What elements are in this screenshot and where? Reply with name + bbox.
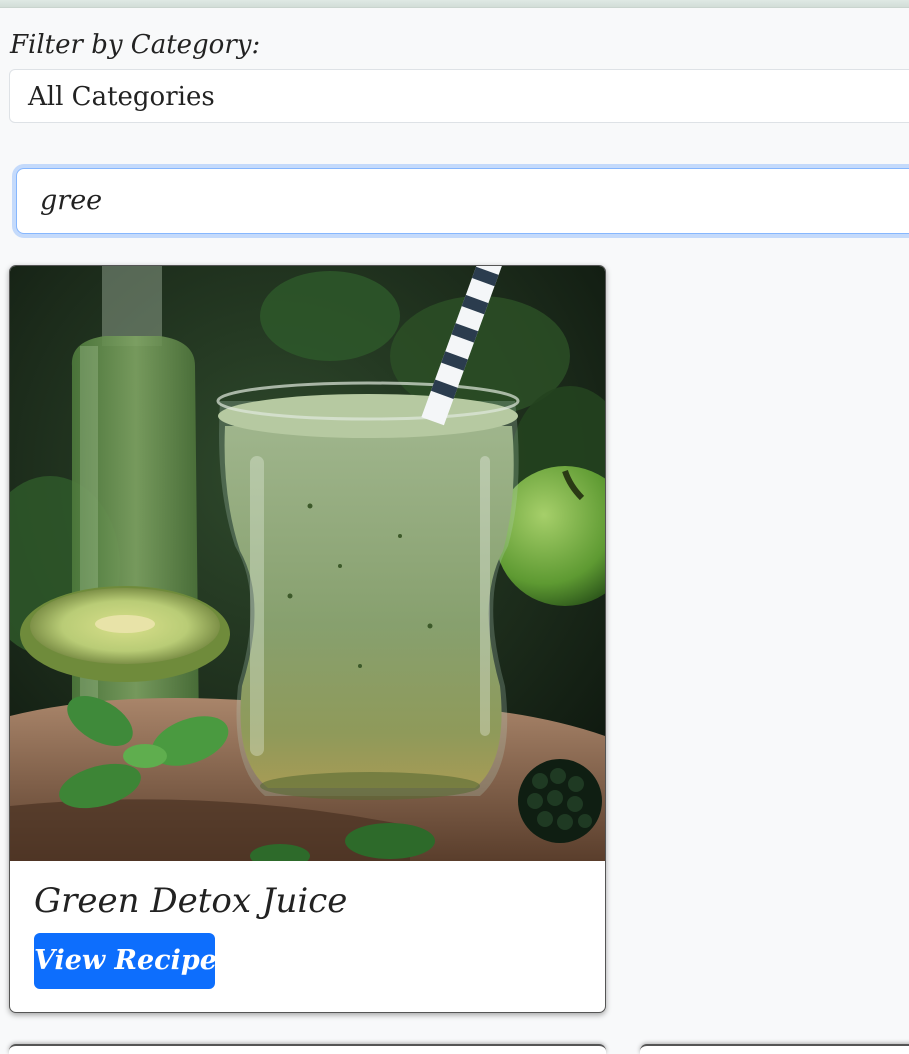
recipe-title: Green Detox Juice: [34, 881, 348, 921]
filter-category-label: Filter by Category:: [10, 30, 261, 60]
view-recipe-button[interactable]: View Recipe: [34, 933, 217, 989]
top-divider: [0, 0, 909, 8]
category-select[interactable]: All Categories: [9, 69, 909, 123]
next-card-edge: [9, 1044, 606, 1054]
search-input[interactable]: gree: [16, 168, 909, 234]
category-select-value: All Categories: [28, 82, 215, 112]
recipe-card: Green Detox Juice View Recipe: [9, 265, 606, 1013]
next-card-edge: [640, 1044, 909, 1054]
recipe-image[interactable]: [10, 266, 605, 861]
search-input-value: gree: [40, 185, 103, 216]
